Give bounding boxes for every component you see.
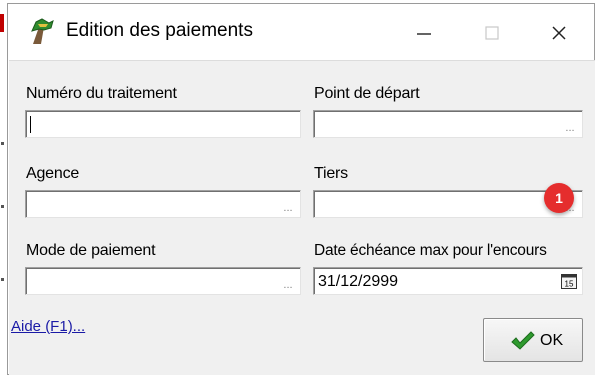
agence-field[interactable]: ...	[25, 190, 301, 218]
app-icon	[31, 18, 54, 44]
agence-label: Agence	[26, 165, 80, 182]
date-echeance-value: 31/12/2999	[318, 273, 399, 290]
help-link[interactable]: Aide (F1)...	[11, 318, 85, 335]
numero-traitement-label: Numéro du traitement	[26, 85, 177, 102]
minimize-icon	[417, 33, 431, 35]
ok-button[interactable]: OK	[483, 318, 583, 362]
background-edge-mark	[0, 14, 4, 32]
mode-paiement-browse-button[interactable]: ...	[278, 270, 298, 292]
tiers-label: Tiers	[314, 165, 348, 182]
annotation-badge: 1	[544, 183, 574, 213]
tiers-field[interactable]: ...	[313, 190, 583, 218]
background-edge-dot	[1, 278, 4, 281]
green-checkmark-icon	[511, 331, 535, 350]
text-caret	[30, 116, 31, 133]
minimize-button[interactable]	[401, 12, 447, 54]
mode-paiement-label: Mode de paiement	[26, 242, 156, 259]
maximize-icon	[485, 26, 499, 40]
date-echeance-label: Date échéance max pour l'encours	[314, 242, 547, 259]
dialog-body: Numéro du traitement Point de départ ...…	[9, 60, 595, 375]
background-edge-dot	[1, 205, 4, 208]
window-title: Edition des paiements	[66, 20, 253, 41]
date-echeance-field[interactable]: 31/12/2999 15	[313, 267, 583, 295]
point-depart-browse-button[interactable]: ...	[560, 113, 580, 135]
close-button[interactable]	[536, 12, 582, 54]
svg-text:15: 15	[565, 280, 574, 289]
agence-browse-button[interactable]: ...	[278, 193, 298, 215]
ok-label: OK	[540, 332, 564, 349]
close-icon	[552, 26, 566, 40]
maximize-button[interactable]	[469, 12, 515, 54]
title-bar[interactable]: Edition des paiements	[8, 4, 594, 60]
background-edge-dot	[1, 142, 4, 145]
mode-paiement-field[interactable]: ...	[25, 267, 301, 295]
point-depart-field[interactable]: ...	[313, 110, 583, 138]
calendar-icon[interactable]: 15	[561, 273, 577, 289]
numero-traitement-field[interactable]	[25, 110, 301, 138]
point-depart-label: Point de départ	[314, 85, 420, 102]
dialog-window: Edition des paiements Numéro du traiteme…	[7, 3, 595, 375]
